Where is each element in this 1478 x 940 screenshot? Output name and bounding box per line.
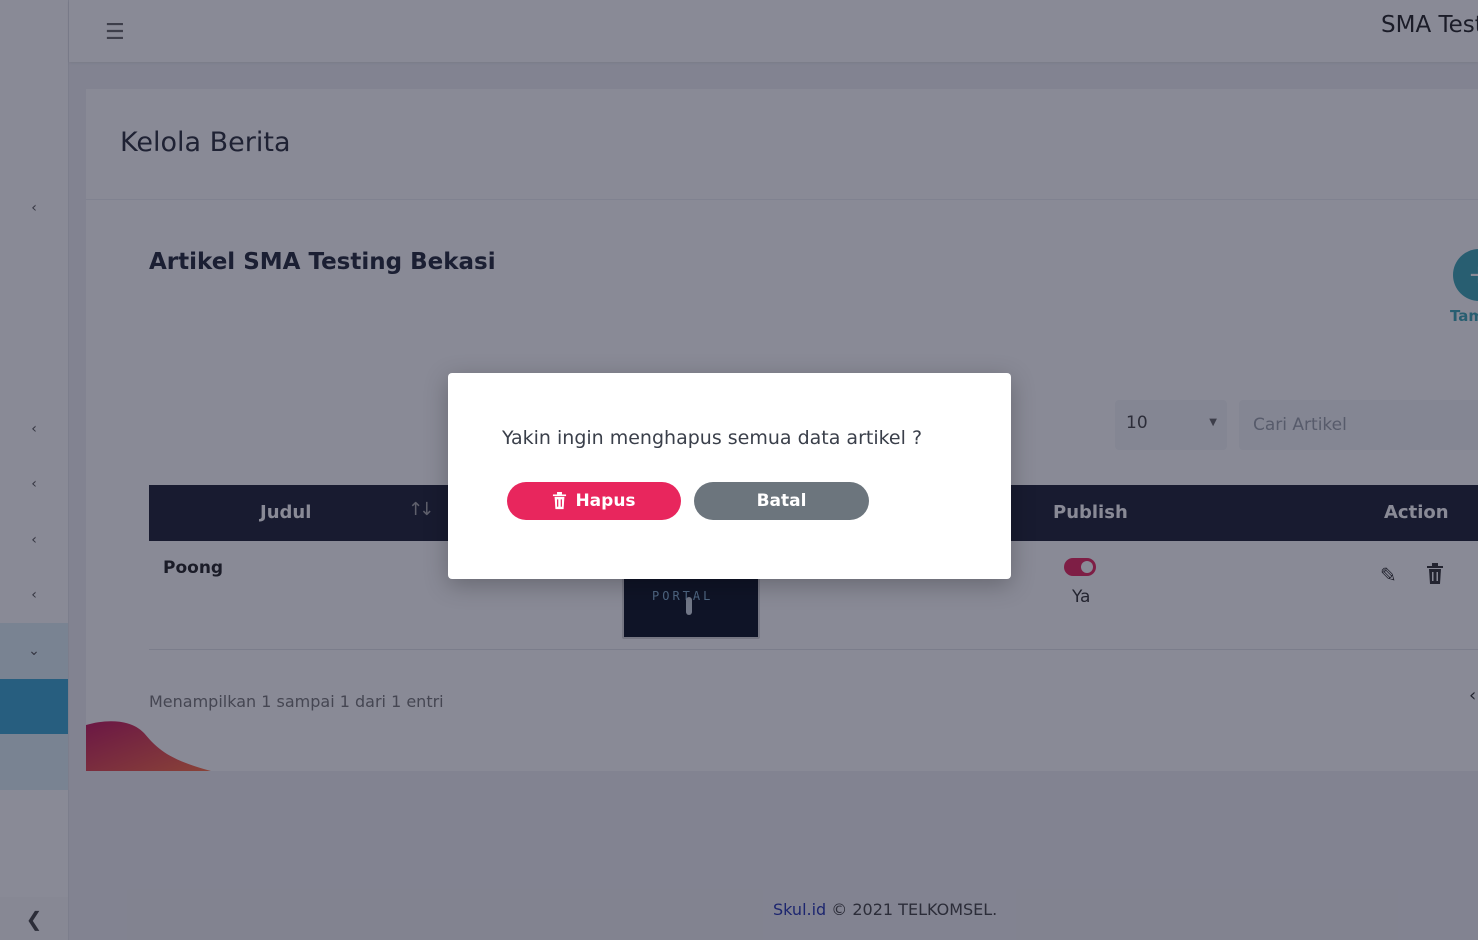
trash-icon (553, 492, 567, 510)
cancel-label: Batal (756, 491, 807, 511)
delete-confirm-button[interactable]: Hapus (507, 482, 681, 520)
confirm-delete-dialog: Yakin ingin menghapus semua data artikel… (448, 373, 1011, 579)
cancel-button[interactable]: Batal (694, 482, 869, 520)
delete-confirm-label: Hapus (575, 491, 636, 511)
dialog-message: Yakin ingin menghapus semua data artikel… (502, 427, 923, 449)
